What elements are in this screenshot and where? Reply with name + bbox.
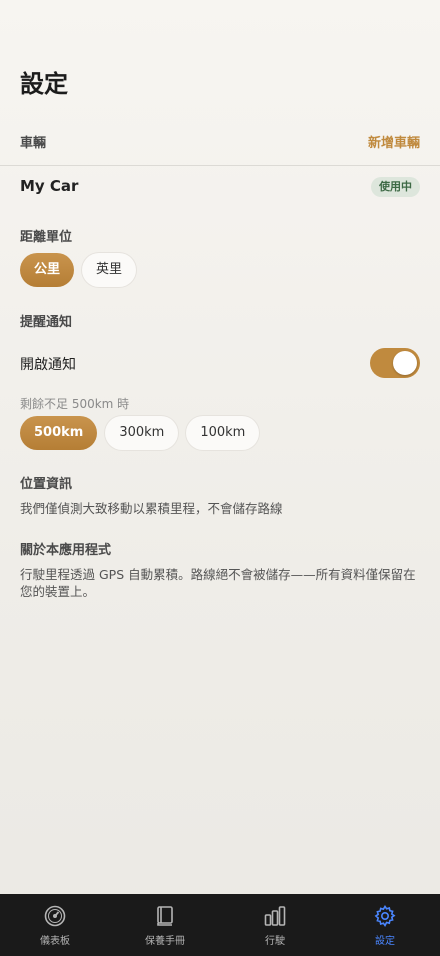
threshold-300-button[interactable]: 300km [105, 416, 179, 450]
threshold-500-button[interactable]: 500km [20, 416, 98, 450]
distance-unit-label: 距離單位 [20, 230, 73, 245]
unit-mile-button[interactable]: 英里 [82, 253, 137, 287]
vehicles-header: 車輛 新增車輛 [0, 128, 440, 166]
unit-km-button[interactable]: 公里 [20, 253, 75, 287]
tab-label: 保養手冊 [145, 936, 185, 947]
bar-chart-icon [264, 906, 286, 926]
vehicles-label: 車輛 [20, 136, 47, 151]
location-label: 位置資訊 [20, 477, 73, 492]
distance-unit-selector: 公里 英里 [20, 253, 137, 287]
about-label: 關於本應用程式 [20, 543, 112, 558]
book-icon [157, 906, 173, 926]
tab-trips[interactable]: 行駛 [220, 894, 330, 956]
vehicle-name[interactable]: My Car [20, 177, 78, 195]
tab-label: 儀表板 [40, 936, 70, 947]
add-vehicle-button[interactable]: 新增車輛 [368, 132, 420, 151]
notification-toggle-label: 開啟通知 [20, 357, 76, 373]
tab-bar: 儀表板 保養手冊 行駛 設定 [0, 894, 440, 956]
threshold-hint: 剩餘不足 500km 時 [20, 397, 130, 411]
tab-label: 設定 [375, 936, 395, 947]
tab-dashboard[interactable]: 儀表板 [0, 894, 110, 956]
page-title: 設定 [20, 70, 68, 98]
tab-maintenance-book[interactable]: 保養手冊 [110, 894, 220, 956]
threshold-100-button[interactable]: 100km [186, 416, 260, 450]
tab-settings[interactable]: 設定 [330, 894, 440, 956]
toggle-knob [393, 351, 417, 375]
location-text: 我們僅偵測大致移動以累積里程，不會儲存路線 [20, 501, 283, 516]
gauge-icon [44, 905, 66, 927]
status-badge: 使用中 [371, 177, 420, 197]
threshold-selector: 500km 300km 100km [20, 416, 260, 450]
gear-icon [374, 905, 396, 928]
notification-toggle[interactable] [370, 348, 420, 378]
tab-label: 行駛 [265, 936, 285, 947]
about-text: 行駛里程透過 GPS 自動累積。路線絕不會被儲存——所有資料僅保留在您的裝置上。 [20, 567, 416, 599]
reminder-label: 提醒通知 [20, 315, 73, 330]
